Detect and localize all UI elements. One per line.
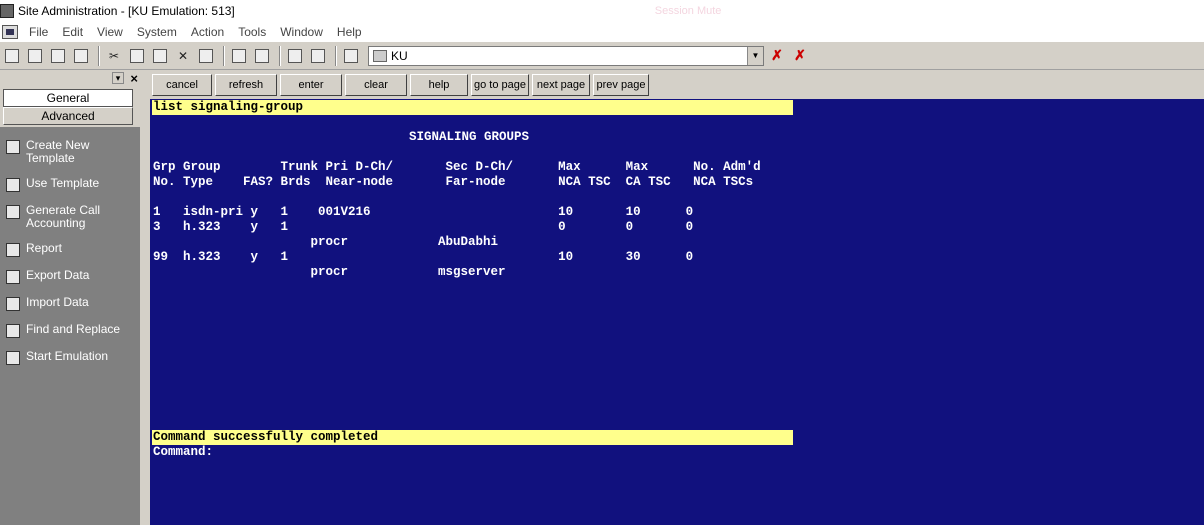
screen-heading: SIGNALING GROUPS [409, 130, 530, 144]
sidebar-item-label: Report [26, 241, 63, 255]
session-value: KU [391, 48, 408, 63]
document-menu-icon[interactable] [2, 25, 18, 39]
cancel-button[interactable]: cancel [152, 74, 212, 96]
table-header-row-1: Grp Group Trunk Pri D-Ch/ Sec D-Ch/ Max … [153, 160, 761, 174]
toolbar-separator [223, 45, 225, 66]
table-row: 3 h.323 y 1 0 0 0 [153, 220, 694, 234]
session-icon [373, 49, 387, 62]
open-icon[interactable] [25, 46, 45, 66]
ghost-text: Session Mute [654, 5, 722, 17]
table-row: procr AbuDabhi [153, 235, 499, 249]
copy-icon[interactable] [127, 46, 147, 66]
enter-button[interactable]: enter [280, 74, 342, 96]
sidebar: ▾ × General Advanced Create New Template… [0, 71, 140, 525]
toolbar: ✂ ✕ KU ▼ ✗ ✗ [0, 42, 1204, 70]
print-preview-icon[interactable] [285, 46, 305, 66]
refresh-button[interactable]: refresh [215, 74, 277, 96]
menu-window[interactable]: Window [273, 25, 330, 39]
menu-help[interactable]: Help [330, 25, 369, 39]
disconnect-icon[interactable]: ✗ [767, 46, 787, 66]
title-bar: Site Administration - [KU Emulation: 513… [0, 0, 1204, 22]
copy-window-icon[interactable] [71, 46, 91, 66]
delete-icon[interactable]: ✕ [173, 46, 193, 66]
menu-view[interactable]: View [90, 25, 130, 39]
sidebar-item-export-data[interactable]: Export Data [0, 269, 140, 284]
session-select[interactable]: KU ▼ [368, 45, 764, 66]
sidebar-header: ▾ × [0, 71, 140, 87]
sidebar-item-label: Use Template [26, 176, 100, 190]
clear-button[interactable]: clear [345, 74, 407, 96]
sidebar-item-start-emulation[interactable]: Start Emulation [0, 350, 140, 365]
find-replace-icon [6, 324, 20, 338]
menu-file[interactable]: File [22, 25, 55, 39]
sidebar-item-import-data[interactable]: Import Data [0, 296, 140, 311]
app-icon [0, 4, 14, 18]
sidebar-item-label: Start Emulation [26, 349, 109, 363]
layout2-icon[interactable] [252, 46, 272, 66]
sidebar-item-create-new-template[interactable]: Create New Template [0, 139, 140, 165]
new-icon[interactable] [2, 46, 22, 66]
chevron-down-icon[interactable]: ▼ [747, 46, 763, 65]
menu-action[interactable]: Action [184, 25, 231, 39]
export-icon [6, 270, 20, 284]
tab-advanced[interactable]: Advanced [3, 107, 133, 125]
toolbar-separator [335, 45, 337, 66]
table-row: 99 h.323 y 1 10 30 0 [153, 250, 694, 264]
go-to-page-button[interactable]: go to page [471, 74, 529, 96]
close-icon[interactable]: × [130, 71, 138, 86]
toolbar-separator [98, 45, 100, 66]
sidebar-item-label: Create New Template [26, 138, 90, 165]
terminal-screen[interactable]: list signaling-group SIGNALING GROUPS Gr… [150, 99, 1204, 525]
properties-icon[interactable] [196, 46, 216, 66]
template-icon [6, 140, 20, 154]
sidebar-item-use-template[interactable]: Use Template [0, 177, 140, 192]
menu-edit[interactable]: Edit [55, 25, 90, 39]
tab-general[interactable]: General [3, 89, 133, 107]
prev-page-button[interactable]: prev page [593, 74, 649, 96]
command-prompt[interactable]: Command: [153, 445, 213, 460]
paste-icon[interactable] [150, 46, 170, 66]
emulation-icon [6, 351, 20, 365]
print-icon[interactable] [308, 46, 328, 66]
sidebar-list: Create New Template Use Template Generat… [0, 127, 140, 365]
sidebar-tabs: General Advanced [0, 87, 140, 127]
window-title: Site Administration - [KU Emulation: 513… [18, 4, 235, 18]
document-icon[interactable] [341, 46, 361, 66]
terminal-border [140, 99, 150, 525]
table-row: procr msgserver [153, 265, 506, 279]
sidebar-item-find-and-replace[interactable]: Find and Replace [0, 323, 140, 338]
disconnect-all-icon[interactable]: ✗ [790, 46, 810, 66]
menu-system[interactable]: System [130, 25, 184, 39]
menu-tools[interactable]: Tools [231, 25, 273, 39]
sidebar-item-label: Export Data [26, 268, 90, 282]
table-header-row-2: No. Type FAS? Brds Near-node Far-node NC… [153, 175, 754, 189]
report-icon [6, 243, 20, 257]
command-bar: cancel refresh enter clear help go to pa… [140, 71, 1204, 99]
import-icon [6, 297, 20, 311]
menu-bar: File Edit View System Action Tools Windo… [0, 22, 1204, 42]
template-icon [6, 178, 20, 192]
sidebar-item-label: Generate Call Accounting [26, 203, 101, 230]
help-button[interactable]: help [410, 74, 468, 96]
pin-icon[interactable]: ▾ [112, 72, 124, 84]
next-page-button[interactable]: next page [532, 74, 590, 96]
save-icon[interactable] [48, 46, 68, 66]
cut-icon[interactable]: ✂ [104, 46, 124, 66]
sidebar-item-generate-call-accounting[interactable]: Generate Call Accounting [0, 204, 140, 230]
sidebar-item-label: Import Data [26, 295, 89, 309]
layout1-icon[interactable] [229, 46, 249, 66]
sidebar-item-report[interactable]: Report [0, 242, 140, 257]
status-line: Command successfully completed [152, 430, 793, 445]
command-line: list signaling-group [152, 100, 793, 115]
table-row: 1 isdn-pri y 1 001V216 10 10 0 [153, 205, 694, 219]
accounting-icon [6, 205, 20, 219]
sidebar-item-label: Find and Replace [26, 322, 121, 336]
toolbar-separator [279, 45, 281, 66]
